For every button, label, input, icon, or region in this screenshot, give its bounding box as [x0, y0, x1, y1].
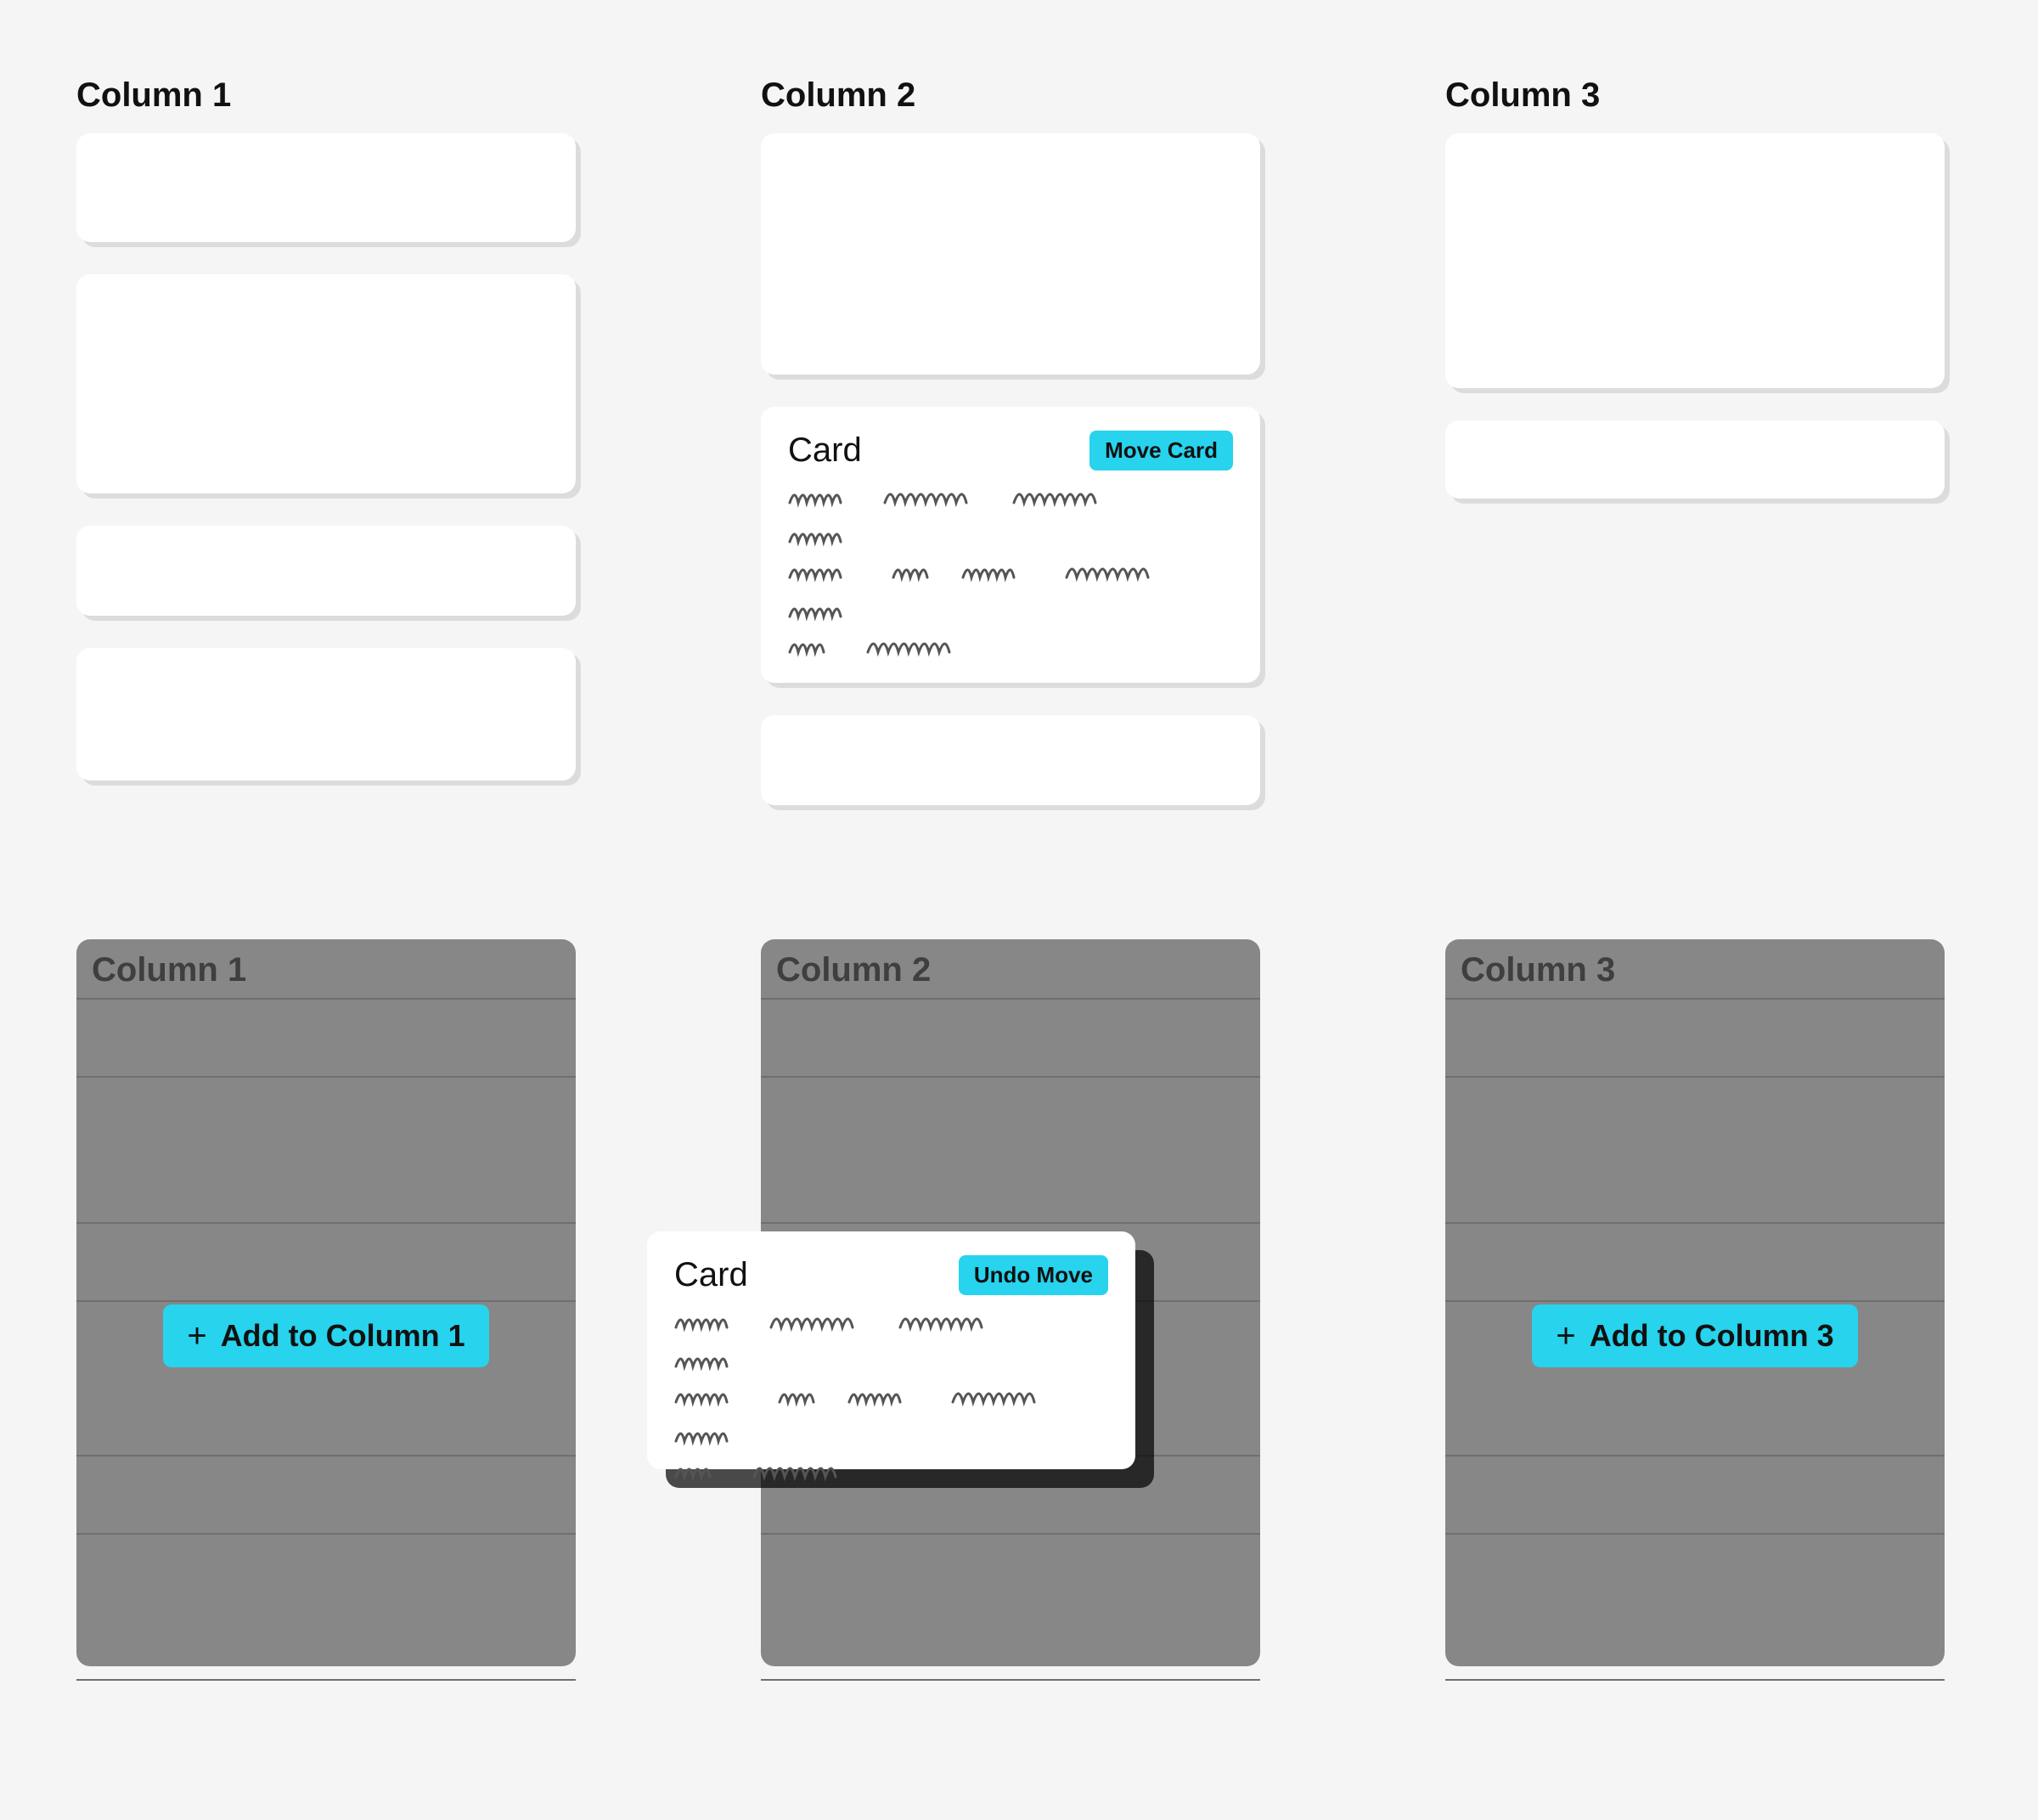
dragging-card[interactable]: Card Undo Move: [647, 1231, 1135, 1469]
card-placeholder[interactable]: [761, 715, 1260, 805]
card-placeholder[interactable]: [1445, 133, 1945, 388]
column-title: Column 1: [76, 939, 576, 998]
card-placeholder[interactable]: [76, 274, 576, 493]
plus-icon: +: [187, 1319, 206, 1353]
undo-move-label: Undo Move: [974, 1262, 1093, 1288]
card-placeholder[interactable]: [761, 133, 1260, 375]
column-title: Column 1: [76, 76, 576, 115]
plus-icon: +: [1556, 1319, 1575, 1353]
card-placeholder[interactable]: [76, 648, 576, 780]
add-button-label: Add to Column 3: [1590, 1318, 1834, 1354]
move-card-button[interactable]: Move Card: [1089, 431, 1233, 470]
move-card-label: Move Card: [1105, 437, 1218, 464]
featured-card[interactable]: Card Move Card: [761, 407, 1260, 683]
column-2: Column 2 Card Move Card: [761, 76, 1260, 837]
add-button-label: Add to Column 1: [221, 1318, 465, 1354]
add-to-column-1-button[interactable]: + Add to Column 1: [163, 1304, 488, 1367]
card-placeholder[interactable]: [76, 133, 576, 242]
kanban-board-normal: Column 1 Column 2 Card Move Card: [0, 0, 2038, 837]
column-title: Column 2: [761, 939, 1260, 998]
card-body-scribble: [674, 1314, 1108, 1484]
card-placeholder[interactable]: [76, 526, 576, 616]
add-to-column-3-button[interactable]: + Add to Column 3: [1532, 1304, 1857, 1367]
column-title: Column 2: [761, 76, 1260, 115]
card-body-scribble: [788, 489, 1233, 659]
card-title: Card: [674, 1256, 748, 1294]
column-3: Column 3: [1445, 76, 1945, 837]
column-title: Column 3: [1445, 76, 1945, 115]
undo-move-button[interactable]: Undo Move: [959, 1255, 1108, 1295]
card-placeholder[interactable]: [1445, 420, 1945, 499]
card-title: Card: [788, 431, 862, 470]
column-title: Column 3: [1445, 939, 1945, 998]
grey-column-3[interactable]: Column 3 + Add to Column 3: [1445, 939, 1945, 1666]
grey-column-1[interactable]: Column 1 + Add to Column 1: [76, 939, 576, 1666]
column-1: Column 1: [76, 76, 576, 837]
